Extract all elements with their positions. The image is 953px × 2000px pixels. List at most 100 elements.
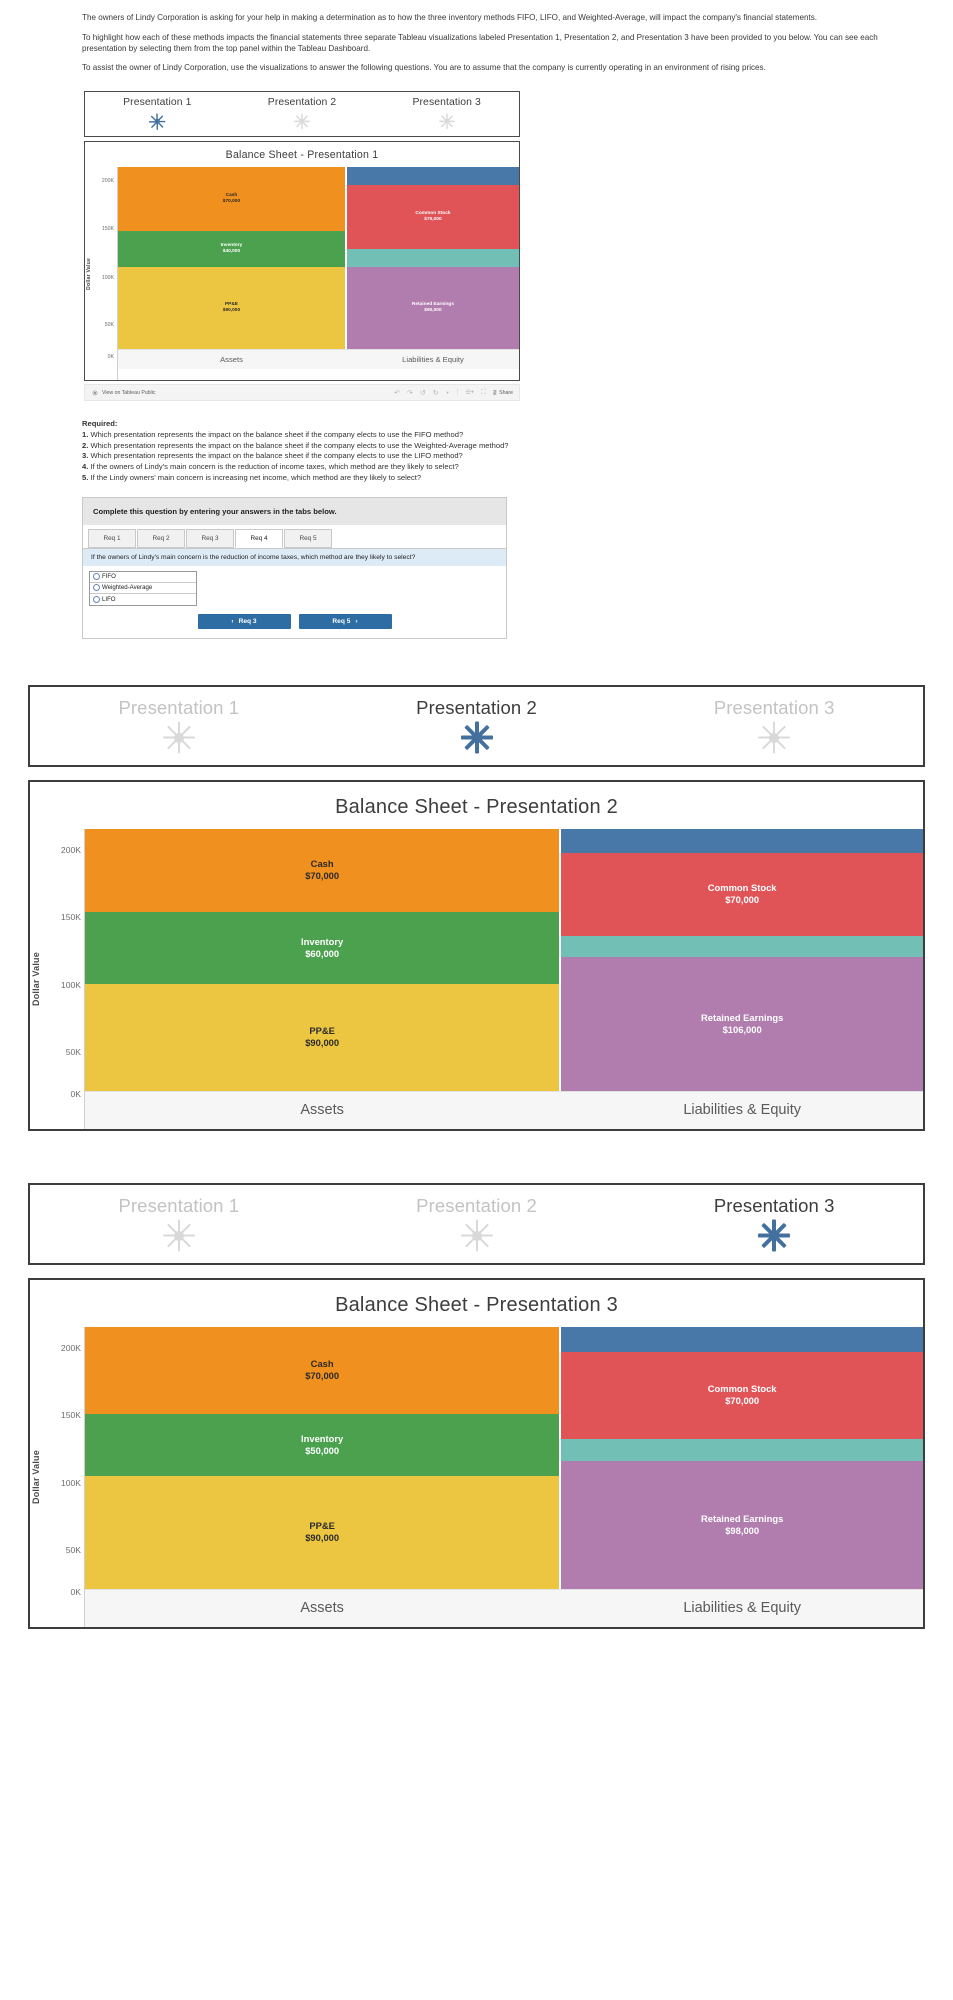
y-axis-title: Dollar Value [31, 951, 41, 1006]
x-axis-label-liabilities: Liabilities & Equity [683, 1102, 801, 1119]
radio-icon[interactable] [93, 584, 100, 592]
y-tick: 200K [60, 1342, 81, 1353]
download-icon[interactable]: ⎒▾ [465, 389, 473, 397]
segment-label: Cash [310, 1358, 334, 1370]
segment-inventory[interactable]: Inventory $50,000 [85, 1413, 560, 1477]
presentation-tab-2[interactable]: Presentation 2 [328, 1195, 626, 1253]
presentation-tab-1[interactable]: Presentation 1 [85, 97, 230, 132]
segment-value: $70,000 [305, 870, 340, 882]
segment-retained-earnings[interactable]: Retained Earnings $98,000 [561, 1461, 923, 1589]
option-fifo[interactable]: FIFO [90, 572, 196, 583]
sunburst-icon-faded [162, 721, 196, 755]
presentation-selector-bar-3: Presentation 1 Presentation 2 Presentati… [28, 1182, 925, 1265]
view-on-tableau-public-label: View on Tableau Public [102, 389, 156, 396]
segment-other-equity[interactable] [346, 248, 519, 268]
next-requirement-button[interactable]: Req 5 › [298, 613, 392, 629]
intro-paragraph-3: To assist the owner of Lindy Corporation… [82, 63, 766, 73]
x-axis: Assets Liabilities & Equity [85, 1588, 923, 1627]
segment-value: $106,000 [722, 1023, 762, 1035]
segment-value: $70,000 [725, 1395, 760, 1407]
redo-icon[interactable]: ↷ [407, 389, 413, 397]
y-axis-ticks: 200K 150K 100K 50K 0K [42, 829, 84, 1129]
required-heading: Required: [82, 419, 118, 428]
share-button[interactable]: ⋚ Share [493, 390, 513, 396]
presentation-selector-bar-1: Presentation 1 Presentation 2 Presentati… [84, 91, 520, 137]
option-lifo[interactable]: LIFO [90, 594, 196, 605]
radio-icon[interactable] [93, 595, 100, 603]
tab-req-1[interactable]: Req 1 [88, 528, 136, 548]
active-question-text: If the owners of Lindy's main concern is… [83, 547, 506, 566]
presentation-tab-2[interactable]: Presentation 2 [328, 697, 626, 755]
segment-other-equity[interactable] [561, 935, 923, 958]
segment-ppe[interactable]: PP&E $90,000 [85, 1476, 560, 1589]
presentation-tab-1[interactable]: Presentation 1 [30, 1195, 328, 1253]
segment-inventory[interactable]: Inventory $60,000 [85, 912, 560, 984]
radio-icon[interactable] [93, 573, 100, 581]
fullscreen-icon[interactable]: ⛶ [481, 389, 486, 397]
y-axis-ticks: 200K 150K 100K 50K 0K [42, 1327, 84, 1627]
stacked-bars: Cash $70,000 Inventory $50,000 PP&E $90,… [85, 1326, 923, 1589]
tab-req-3[interactable]: Req 3 [186, 528, 234, 548]
answer-options-list: FIFO Weighted-Average LIFO [89, 570, 197, 606]
view-on-tableau-public-link[interactable]: View on Tableau Public [91, 389, 155, 397]
chevron-down-icon[interactable]: ▼ [446, 390, 450, 395]
segment-value: $70,000 [725, 894, 760, 906]
segment-label: Inventory [301, 1432, 344, 1444]
segment-value: $60,000 [305, 947, 340, 959]
balance-sheet-chart-1: Balance Sheet - Presentation 1 Dollar Va… [84, 141, 520, 381]
presentation-tab-2[interactable]: Presentation 2 [230, 97, 375, 132]
segment-common-stock[interactable]: Common Stock $70,000 [346, 185, 519, 249]
segment-retained-earnings[interactable]: Retained Earnings $106,000 [561, 957, 923, 1091]
tab-req-5[interactable]: Req 5 [284, 528, 332, 548]
segment-ppe[interactable]: PP&E $90,000 [118, 267, 345, 349]
chevron-left-icon: ‹ [231, 617, 234, 625]
segment-retained-earnings[interactable]: Retained Earnings $90,000 [346, 267, 519, 349]
share-icon: ⋚ [492, 389, 498, 396]
segment-other-equity[interactable] [561, 1438, 923, 1462]
chart-title: Balance Sheet - Presentation 2 [335, 795, 618, 818]
sunburst-icon-faded [757, 721, 791, 755]
next-button-label: Req 5 [332, 617, 351, 625]
segment-cash[interactable]: Cash $70,000 [85, 828, 560, 912]
divider: | [456, 389, 459, 396]
refresh-icon[interactable]: ↻ [433, 389, 439, 397]
tab-req-4[interactable]: Req 4 [235, 528, 283, 548]
stacked-bars: Cash $70,000 Inventory $40,000 PP&E $90,… [118, 167, 519, 349]
segment-cash[interactable]: Cash $70,000 [85, 1326, 560, 1414]
sunburst-icon-active [757, 1219, 791, 1253]
y-tick: 150K [101, 225, 114, 232]
segment-liabilities[interactable] [561, 1326, 923, 1352]
segment-label: Retained Earnings [700, 1512, 784, 1524]
segment-value: $98,000 [725, 1524, 760, 1536]
segment-liabilities[interactable] [346, 167, 519, 186]
option-weighted-average[interactable]: Weighted-Average [90, 583, 196, 594]
segment-value: $90,000 [305, 1532, 340, 1544]
presentation-selector-bar-2: Presentation 1 Presentation 2 Presentati… [28, 684, 925, 767]
assets-column: Cash $70,000 Inventory $50,000 PP&E $90,… [85, 1326, 560, 1589]
presentation-tab-3[interactable]: Presentation 3 [625, 1195, 923, 1253]
undo-icon[interactable]: ↶ [394, 389, 400, 397]
segment-inventory[interactable]: Inventory $40,000 [118, 230, 345, 268]
page-root: The owners of Lindy Corporation is askin… [0, 13, 953, 1653]
segment-ppe[interactable]: PP&E $90,000 [85, 983, 560, 1091]
segment-common-stock[interactable]: Common Stock $70,000 [561, 1351, 923, 1439]
y-axis-ticks: 200K 150K 100K 50K 0K [93, 167, 117, 380]
required-question: 4. If the owners of Lindy's main concern… [82, 462, 782, 473]
previous-requirement-button[interactable]: ‹ Req 3 [197, 613, 291, 629]
segment-label: Retained Earnings [700, 1011, 784, 1023]
segment-value: $90,000 [305, 1037, 340, 1049]
presentation-tab-3[interactable]: Presentation 3 [625, 697, 923, 755]
revert-icon[interactable]: ↺ [420, 389, 426, 397]
segment-cash[interactable]: Cash $70,000 [118, 167, 345, 231]
presentation-tab-1[interactable]: Presentation 1 [30, 697, 328, 755]
tab-req-2[interactable]: Req 2 [137, 528, 185, 548]
segment-value: $70,000 [424, 217, 442, 223]
sunburst-icon-active [460, 721, 494, 755]
answer-panel-header: Complete this question by entering your … [83, 497, 506, 525]
question-number: 2. [82, 440, 89, 450]
segment-common-stock[interactable]: Common Stock $70,000 [561, 852, 923, 936]
y-tick: 0K [107, 353, 114, 360]
segment-liabilities[interactable] [561, 828, 923, 853]
presentation-tab-3[interactable]: Presentation 3 [374, 97, 519, 132]
question-text: Which presentation represents the impact… [90, 429, 464, 439]
